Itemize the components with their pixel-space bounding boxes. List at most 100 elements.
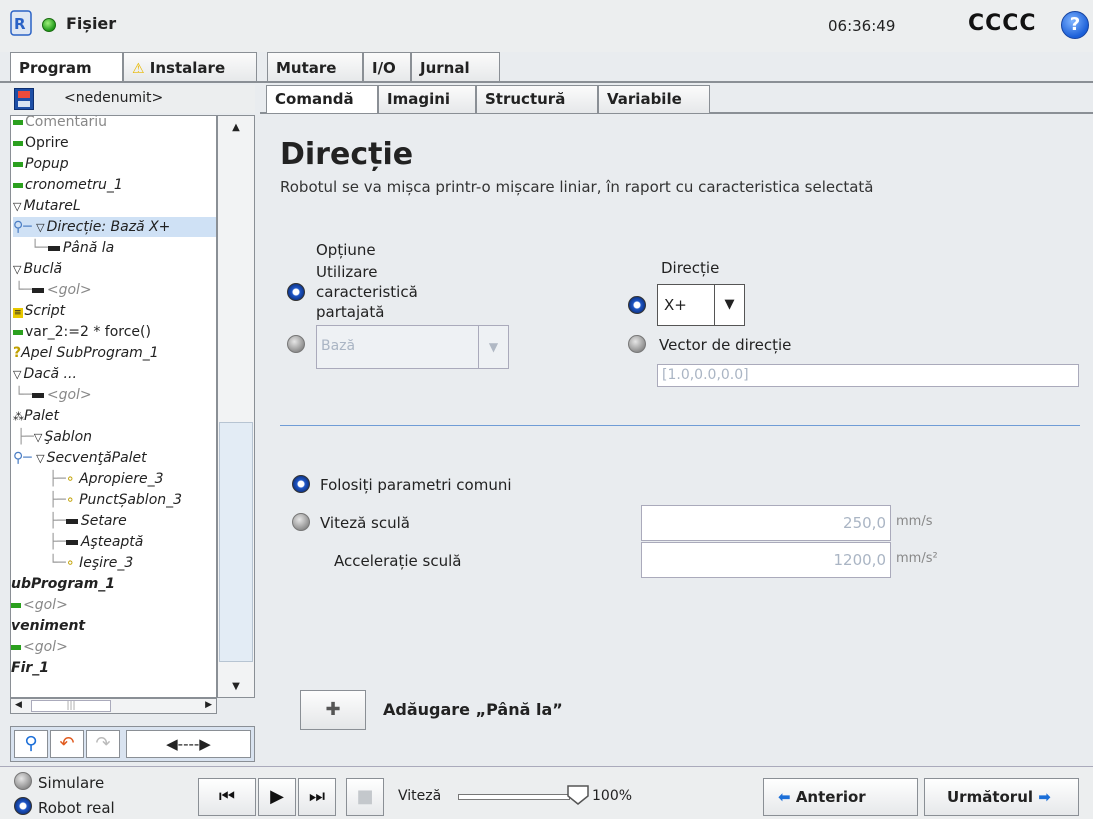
search-icon[interactable]: ⚲: [14, 730, 48, 758]
tool-accel-field[interactable]: 1200,0: [641, 542, 891, 578]
play-button[interactable]: ▶: [258, 778, 296, 816]
program-name: <nedenumit>: [64, 90, 164, 106]
speed-label: Viteză: [398, 788, 442, 804]
tree-item[interactable]: ⁂Palet: [13, 406, 59, 426]
scroll-down-arrow-icon[interactable]: ▼: [219, 676, 253, 698]
program-tree[interactable]: Comentariu Oprire Popup cronometru_1 ▽ Mu…: [10, 115, 217, 698]
tab-command[interactable]: Comandă: [266, 85, 378, 113]
play-icon: ▶: [270, 786, 284, 807]
section-divider: [280, 425, 1080, 426]
tree-item[interactable]: └─ <gol>: [15, 385, 92, 405]
tool-accel-unit: mm/s²: [896, 551, 938, 566]
save-icon[interactable]: [14, 88, 34, 110]
tree-item[interactable]: ├─ Setare: [49, 511, 127, 531]
tree-item-selected[interactable]: ⚲─ ▽ Direcție: Bază X+: [13, 217, 216, 237]
real-robot-radio[interactable]: [14, 797, 32, 815]
previous-button[interactable]: ⬅ Anterior: [763, 778, 918, 816]
simulation-radio[interactable]: [14, 772, 32, 790]
common-params-label: Folosiți parametri comuni: [320, 476, 512, 494]
tree-item[interactable]: Fir_1: [11, 658, 49, 678]
page-title: Direcție: [280, 137, 414, 172]
speed-slider-knob[interactable]: [566, 784, 590, 806]
tree-item[interactable]: └─∘ Ieşire_3: [49, 553, 133, 573]
tree-item[interactable]: Popup: [13, 154, 69, 174]
direction-vector-radio[interactable]: [628, 335, 646, 353]
step-forward-icon: ⏭: [308, 786, 326, 807]
arrow-left-icon: ⬅: [778, 788, 791, 806]
common-params-radio[interactable]: [292, 475, 310, 493]
use-shared-feature-radio[interactable]: [287, 283, 305, 301]
direction-axis-radio[interactable]: [628, 296, 646, 314]
tool-speed-unit: mm/s: [896, 514, 933, 529]
tree-item[interactable]: ubProgram_1: [11, 574, 115, 594]
tab-structure[interactable]: Structură: [476, 85, 598, 113]
add-until-button[interactable]: ✚: [300, 690, 366, 730]
help-icon[interactable]: ?: [1061, 11, 1089, 39]
tree-item[interactable]: └─ Până la: [31, 238, 114, 258]
option-heading: Opțiune: [316, 241, 376, 259]
tree-item[interactable]: var_2:=2 * force(): [13, 322, 151, 342]
stop-button[interactable]: ■: [346, 778, 384, 816]
tree-item[interactable]: <gol>: [11, 595, 68, 615]
stop-icon: ■: [356, 786, 374, 807]
tree-item[interactable]: └─ <gol>: [15, 280, 92, 300]
feature-select-radio[interactable]: [287, 335, 305, 353]
scroll-up-arrow-icon[interactable]: ▲: [219, 117, 253, 139]
content-panel: [260, 112, 1093, 762]
scroll-right-arrow-icon[interactable]: ▶: [205, 700, 212, 710]
add-until-label: Adăugare „Până la”: [383, 700, 563, 719]
tree-item[interactable]: ▽ MutareL: [13, 196, 81, 216]
tree-item[interactable]: ?Apel SubProgram_1: [13, 343, 159, 363]
hscroll-thumb[interactable]: |||: [31, 700, 111, 712]
tree-item[interactable]: ⚲─ ▽ SecvenţăPalet: [13, 448, 147, 468]
feature-select-value: Bază: [321, 338, 356, 354]
scroll-left-arrow-icon[interactable]: ◀: [15, 700, 22, 710]
tab-move[interactable]: Mutare: [267, 52, 363, 82]
tree-item[interactable]: veniment: [11, 616, 85, 636]
chevron-down-icon: ▼: [478, 326, 508, 368]
tree-item[interactable]: Comentariu: [13, 116, 107, 132]
warning-icon: ⚠: [132, 61, 145, 77]
feature-select[interactable]: Bază ▼: [316, 325, 509, 369]
tab-io[interactable]: I/O: [363, 52, 411, 82]
direction-select[interactable]: X+ ▼: [657, 284, 745, 326]
top-bar: [0, 0, 1093, 52]
direction-vector-label: Vector de direcție: [659, 336, 792, 354]
undo-icon[interactable]: ↶: [50, 730, 84, 758]
file-menu[interactable]: Fișier: [66, 14, 116, 33]
tree-item[interactable]: Oprire: [13, 133, 69, 153]
direction-vector-field[interactable]: [1.0,0.0,0.0]: [657, 364, 1079, 387]
tree-item[interactable]: ├─▽ Şablon: [17, 427, 92, 447]
use-shared-feature-label: Utilizare caracteristică partajată: [316, 263, 418, 321]
rewind-button[interactable]: ⏮: [198, 778, 256, 816]
plus-icon: ✚: [325, 699, 341, 720]
tree-item[interactable]: ▽ Dacă ...: [13, 364, 77, 384]
speed-slider-track[interactable]: [458, 794, 570, 800]
tool-speed-label: Viteză sculă: [320, 514, 410, 532]
tab-log[interactable]: Jurnal: [411, 52, 500, 82]
tree-item[interactable]: ├─ Aşteaptă: [49, 532, 143, 552]
tree-item[interactable]: ├─∘ PunctȘablon_3: [49, 490, 182, 510]
real-robot-label: Robot real: [38, 799, 115, 817]
tab-installation[interactable]: ⚠ Instalare: [123, 52, 257, 82]
tab-program[interactable]: Program: [10, 52, 123, 83]
svg-text:R: R: [14, 15, 26, 33]
tree-item[interactable]: ≡ Script: [13, 301, 65, 321]
next-button[interactable]: Următorul ➡: [924, 778, 1079, 816]
scroll-thumb[interactable]: [219, 422, 253, 662]
tree-hscrollbar[interactable]: ◀ ||| ▶: [10, 698, 217, 714]
expand-collapse-icon[interactable]: ◀----▶: [126, 730, 251, 758]
tool-accel-label: Accelerație sculă: [334, 552, 462, 570]
tab-graphics[interactable]: Imagini: [378, 85, 476, 113]
tree-item[interactable]: ├─∘ Apropiere_3: [49, 469, 164, 489]
tab-variables[interactable]: Variabile: [598, 85, 710, 113]
ur-logo-icon: R: [10, 10, 32, 36]
tree-item[interactable]: ▽ Buclă: [13, 259, 62, 279]
redo-icon[interactable]: ↷: [86, 730, 120, 758]
tree-item[interactable]: <gol>: [11, 637, 68, 657]
tool-speed-field[interactable]: 250,0: [641, 505, 891, 541]
tool-speed-radio[interactable]: [292, 513, 310, 531]
step-button[interactable]: ⏭: [298, 778, 336, 816]
tree-item[interactable]: cronometru_1: [13, 175, 123, 195]
clock: 06:36:49: [828, 17, 896, 35]
